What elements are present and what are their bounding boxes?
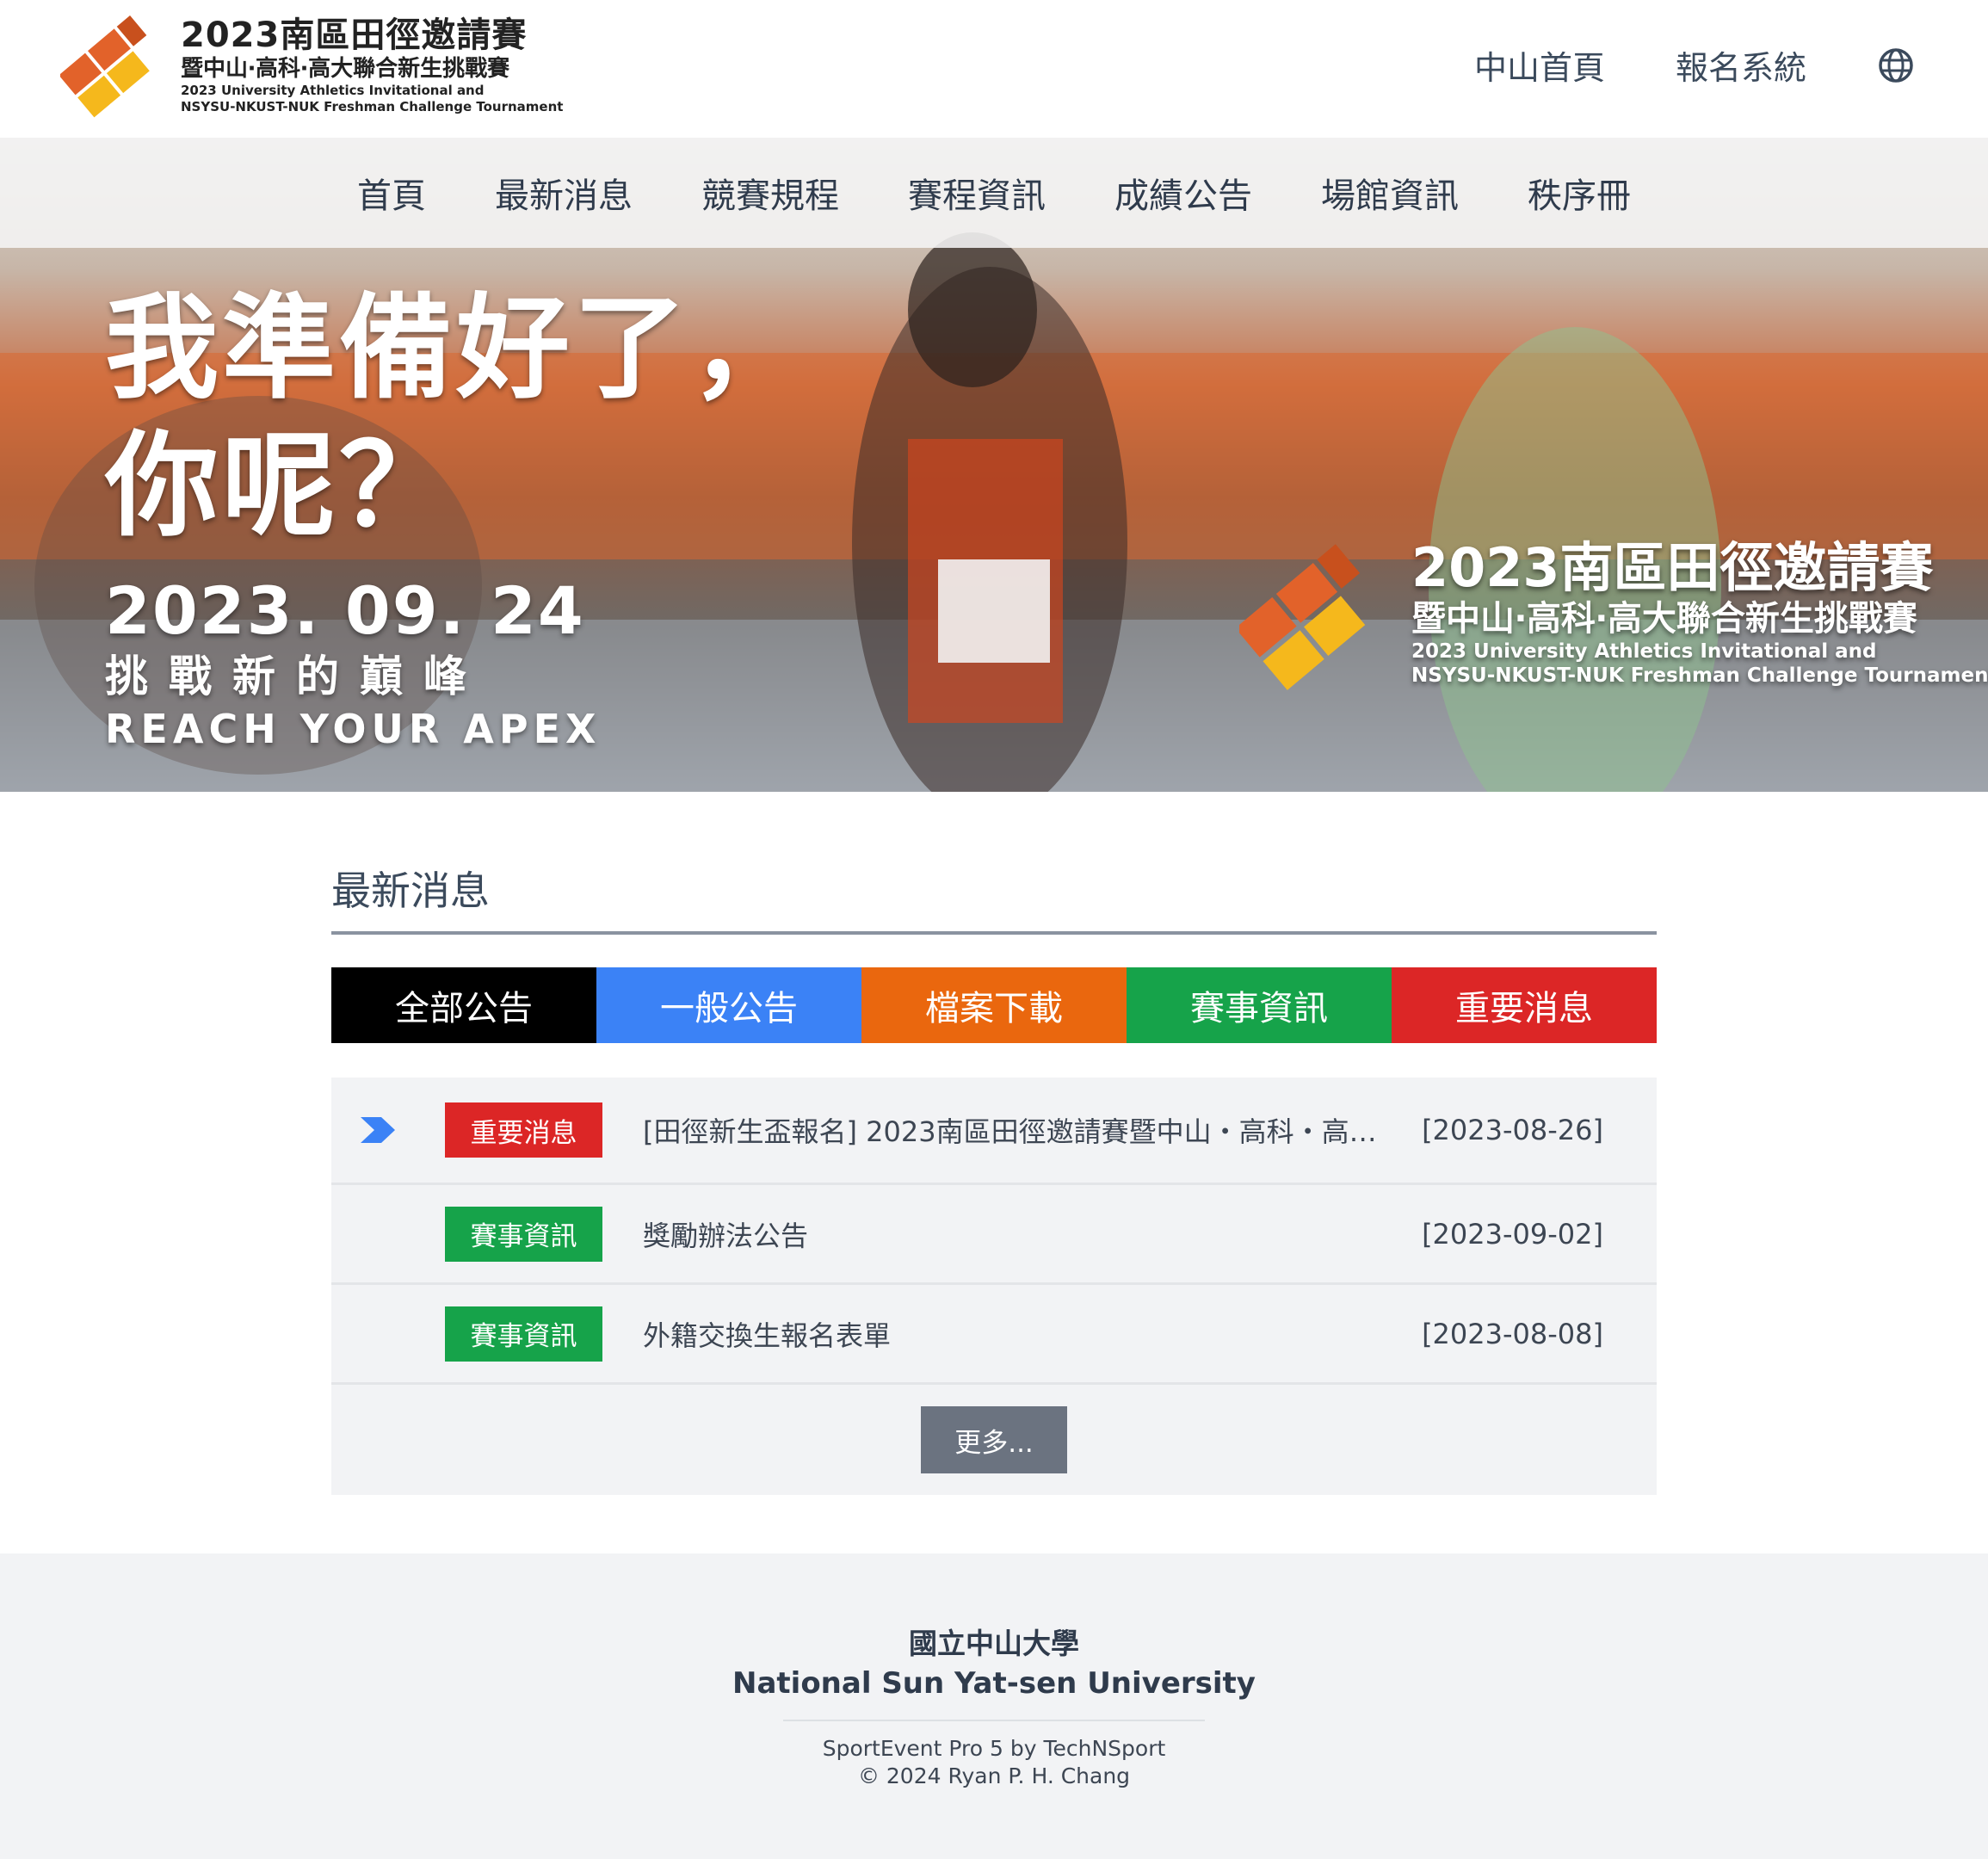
tab-downloads[interactable]: 檔案下載 [861,967,1127,1043]
news-list: 重要消息 [田徑新生盃報名] 2023南區田徑邀請賽暨中山・高科・高… [202… [331,1078,1657,1495]
news-headline[interactable]: 獎勵辦法公告 [643,1214,1400,1254]
tab-general[interactable]: 一般公告 [596,967,861,1043]
hero-event-logo: 2023南區田徑邀請賽 暨中山‧高科‧高大聯合新生挑戰賽 2023 Univer… [1239,538,1988,701]
logo-mark-icon [60,15,150,118]
news-section: 最新消息 全部公告 一般公告 檔案下載 賽事資訊 重要消息 重要消息 [田徑新生… [331,861,1657,1495]
more-button[interactable]: 更多... [921,1406,1067,1473]
hero-event-title: 2023南區田徑邀請賽 [1411,536,1934,599]
nav-home[interactable]: 首頁 [357,168,426,218]
registration-link[interactable]: 報名系統 [1676,41,1806,89]
news-date: [2023-08-08] [1422,1317,1603,1350]
logo-title: 2023南區田徑邀請賽 [181,15,528,55]
news-badge[interactable]: 重要消息 [445,1102,602,1158]
news-row[interactable]: 重要消息 [田徑新生盃報名] 2023南區田徑邀請賽暨中山・高科・高… [202… [331,1078,1657,1185]
more-wrap: 更多... [331,1385,1657,1495]
site-header: 2023南區田徑邀請賽 暨中山‧高科‧高大聯合新生挑戰賽 2023 Univer… [0,0,1988,138]
tab-important[interactable]: 重要消息 [1392,967,1657,1043]
logo-en-line1: 2023 University Athletics Invitational a… [181,83,485,98]
news-title: 最新消息 [331,861,1657,935]
news-category-tabs: 全部公告 一般公告 檔案下載 賽事資訊 重要消息 [331,967,1657,1043]
news-badge[interactable]: 賽事資訊 [445,1306,602,1362]
hero-slogan-zh: 挑戰新的巔峰 [105,652,487,701]
hero-headline-line2: 你呢？ [105,420,456,553]
footer-powered-by: SportEvent Pro 5 by TechNSport [822,1736,1166,1761]
footer-copyright: © 2024 Ryan P. H. Chang [857,1763,1131,1788]
event-logo-icon [1239,544,1366,690]
hero-headline-block: 我準備好了， 你呢？ 2023. 09. 24 挑戰新的巔峰 REACH YOU… [105,280,807,755]
nav-rules[interactable]: 競賽規程 [701,168,839,218]
hero-event-en-line1: 2023 University Athletics Invitational a… [1411,640,1877,663]
news-date: [2023-09-02] [1422,1217,1603,1251]
pinned-chevron-icon [361,1117,395,1143]
tab-event-info[interactable]: 賽事資訊 [1127,967,1392,1043]
site-footer: 國立中山大學 National Sun Yat-sen University S… [0,1553,1988,1859]
hero-date: 2023. 09. 24 [105,572,585,649]
news-row[interactable]: 賽事資訊 獎勵辦法公告 [2023-09-02] [331,1185,1657,1285]
main-nav: 首頁 最新消息 競賽規程 賽程資訊 成績公告 場館資訊 秩序冊 [0,138,1988,248]
hero-banner: 首頁 最新消息 競賽規程 賽程資訊 成績公告 場館資訊 秩序冊 我準備好了， 你… [0,138,1988,792]
logo-en-line2: NSYSU-NKUST-NUK Freshman Challenge Tourn… [181,99,564,114]
nsysu-home-link[interactable]: 中山首頁 [1474,41,1605,89]
logo-subtitle: 暨中山‧高科‧高大聯合新生挑戰賽 [181,56,510,82]
site-logo[interactable]: 2023南區田徑邀請賽 暨中山‧高科‧高大聯合新生挑戰賽 2023 Univer… [60,15,611,123]
news-badge[interactable]: 賽事資訊 [445,1206,602,1262]
nav-venue[interactable]: 場館資訊 [1321,168,1459,218]
top-links: 中山首頁 報名系統 [1474,41,1915,89]
nav-program[interactable]: 秩序冊 [1528,168,1631,218]
hero-slogan-en: REACH YOUR APEX [105,706,602,752]
hero-event-en-line2: NSYSU-NKUST-NUK Freshman Challenge Tourn… [1411,664,1988,687]
footer-university-zh: 國立中山大學 [909,1627,1079,1660]
news-headline[interactable]: 外籍交換生報名表單 [643,1314,1400,1354]
nav-results[interactable]: 成績公告 [1114,168,1252,218]
news-row[interactable]: 賽事資訊 外籍交換生報名表單 [2023-08-08] [331,1285,1657,1385]
news-date: [2023-08-26] [1422,1114,1603,1146]
nav-news[interactable]: 最新消息 [495,168,633,218]
news-headline[interactable]: [田徑新生盃報名] 2023南區田徑邀請賽暨中山・高科・高… [643,1110,1400,1150]
footer-university-en: National Sun Yat-sen University [732,1666,1256,1701]
nav-schedule[interactable]: 賽程資訊 [908,168,1046,218]
hero-headline-line1: 我準備好了， [105,282,807,415]
hero-event-subtitle: 暨中山‧高科‧高大聯合新生挑戰賽 [1411,599,1917,639]
tab-all[interactable]: 全部公告 [331,967,596,1043]
globe-icon[interactable] [1877,46,1915,84]
footer-divider [783,1720,1205,1721]
